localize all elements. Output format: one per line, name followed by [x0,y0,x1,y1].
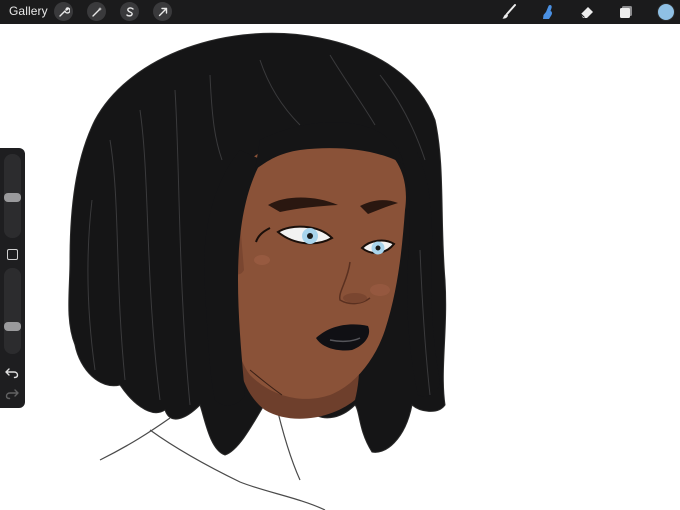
adjustments-button[interactable] [87,2,106,21]
eraser-icon [580,7,593,18]
redo-icon[interactable] [5,388,19,400]
gallery-button[interactable]: Gallery [9,4,48,18]
selection-s-icon [125,6,134,17]
wrench-icon [58,6,70,17]
brush-size-thumb[interactable] [4,193,21,202]
undo-icon[interactable] [5,367,19,379]
layers-icon [620,6,632,18]
brush-tool-button[interactable] [499,2,519,22]
drawing-canvas[interactable] [0,24,680,510]
modifier-button[interactable] [7,249,18,260]
color-picker-button[interactable] [657,3,675,21]
magic-wand-icon [91,6,102,17]
brush-icon [502,4,516,19]
selection-button[interactable] [120,2,139,21]
actions-button[interactable] [54,2,73,21]
layers-button[interactable] [616,2,636,22]
brush-sidebar [0,148,25,408]
transform-button[interactable] [153,2,172,21]
eraser-tool-button[interactable] [577,2,597,22]
transform-arrow-icon [158,7,167,16]
smudge-finger-icon [543,5,553,19]
opacity-thumb[interactable] [4,321,21,331]
smudge-tool-button[interactable] [538,2,558,22]
top-toolbar: Gallery [0,0,680,24]
artwork-illustration [68,32,447,510]
opacity-slider[interactable] [4,268,21,354]
